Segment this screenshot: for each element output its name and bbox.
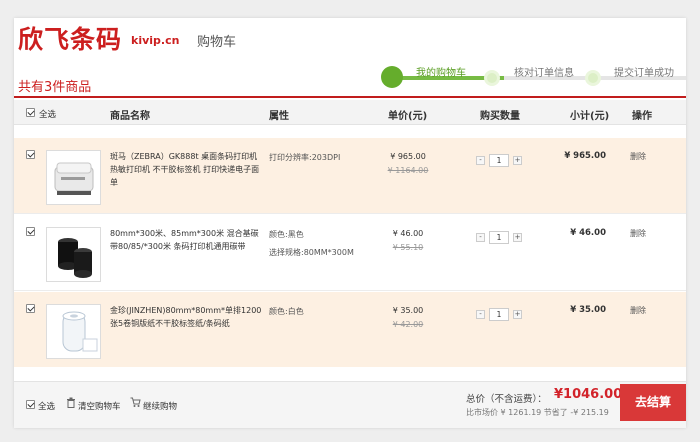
attr-line: 颜色:白色 xyxy=(269,307,304,316)
attr-line: 选择规格:80MM*300M xyxy=(269,248,354,257)
current-price: ¥ 35.00 xyxy=(392,306,424,315)
step-my-cart: 我的购物车 xyxy=(416,68,466,79)
header-divider xyxy=(14,96,686,98)
cart-footer: 全选 清空购物车 继续购物 总价（不含运费）： ¥1046.00 比市场价 ¥ … xyxy=(14,381,686,428)
market-savings: 比市场价 ¥ 1261.19 节省了 -¥ 215.19 xyxy=(466,408,609,417)
total-amount: ¥1046.00 xyxy=(554,387,623,402)
original-price: ¥ 1164.00 xyxy=(387,166,429,175)
item-checkbox[interactable] xyxy=(26,227,35,236)
qty-increase-button[interactable]: + xyxy=(513,310,522,319)
step-verify-order: 核对订单信息 xyxy=(514,68,574,79)
select-all-checkbox[interactable] xyxy=(26,108,35,117)
item-subtotal: ¥ 35.00 xyxy=(570,305,606,315)
step-submit-order: 提交订单成功 xyxy=(614,68,674,79)
item-checkbox[interactable] xyxy=(26,304,35,313)
select-all-label: 全选 xyxy=(39,110,57,120)
current-price: ¥ 46.00 xyxy=(392,229,424,238)
product-attributes: 打印分辨率:203DPI xyxy=(269,150,379,165)
col-attributes: 属性 xyxy=(269,111,289,122)
checkout-button[interactable]: 去结算 xyxy=(620,384,686,421)
current-price: ¥ 965.00 xyxy=(390,152,426,161)
qty-increase-button[interactable]: + xyxy=(513,233,522,242)
step-3-dot xyxy=(585,70,601,86)
cart-panel: 欣飞条码 kivip.cn 购物车 我的购物车 核对订单信息 提交订单成功 共有… xyxy=(14,18,686,428)
table-header: 全选 商品名称 属性 单价(元) 购买数量 小计(元) 操作 xyxy=(14,100,686,125)
product-image[interactable] xyxy=(46,150,101,205)
qty-input[interactable]: 1 xyxy=(489,308,509,321)
table-row: 金珍(JINZHEN)80mm*80mm*单排1200张5卷铜版纸不干胶标签纸/… xyxy=(14,292,686,367)
product-attributes: 颜色:黑色 选择规格:80MM*300M xyxy=(269,227,379,260)
delete-link[interactable]: 删除 xyxy=(630,151,646,162)
page-title: 购物车 xyxy=(197,35,237,50)
quantity-stepper: - 1 + xyxy=(476,308,526,322)
product-name-link[interactable]: 金珍(JINZHEN)80mm*80mm*单排1200张5卷铜版纸不干胶标签纸/… xyxy=(110,304,262,330)
original-price: ¥ 55.10 xyxy=(392,243,424,252)
delete-link[interactable]: 删除 xyxy=(630,228,646,239)
quantity-stepper: - 1 + xyxy=(476,154,526,168)
qty-input[interactable]: 1 xyxy=(489,154,509,167)
original-price: ¥ 42.00 xyxy=(392,320,424,329)
item-subtotal: ¥ 46.00 xyxy=(570,228,606,238)
col-subtotal: 小计(元) xyxy=(570,111,610,122)
step-2-dot xyxy=(484,70,500,86)
col-unit-price: 单价(元) xyxy=(388,111,428,122)
table-row: 80mm*300米、85mm*300米 混合基碳带80/85/*300米 条码打… xyxy=(14,215,686,290)
continue-shopping-link[interactable]: 继续购物 xyxy=(143,400,177,412)
delete-link[interactable]: 删除 xyxy=(630,305,646,316)
item-subtotal: ¥ 965.00 xyxy=(564,151,606,161)
unit-price: ¥ 46.00 ¥ 55.10 xyxy=(378,227,438,255)
cart-icon xyxy=(130,397,141,411)
site-logo[interactable]: 欣飞条码 xyxy=(18,20,122,56)
cart-count-title: 共有3件商品 xyxy=(18,80,92,95)
unit-price: ¥ 965.00 ¥ 1164.00 xyxy=(378,150,438,178)
product-image[interactable] xyxy=(46,304,101,359)
product-image[interactable] xyxy=(46,227,101,282)
row-divider xyxy=(14,213,686,214)
trash-icon xyxy=(66,397,76,411)
col-product-name: 商品名称 xyxy=(110,111,150,122)
qty-input[interactable]: 1 xyxy=(489,231,509,244)
footer-select-all-label: 全选 xyxy=(38,402,56,412)
logo-domain: kivip.cn xyxy=(131,34,180,47)
product-attributes: 颜色:白色 xyxy=(269,304,379,319)
col-action: 操作 xyxy=(632,111,652,122)
qty-decrease-button[interactable]: - xyxy=(476,233,485,242)
col-quantity: 购买数量 xyxy=(480,111,520,122)
attr-line: 颜色:黑色 xyxy=(269,230,304,239)
unit-price: ¥ 35.00 ¥ 42.00 xyxy=(378,304,438,332)
qty-decrease-button[interactable]: - xyxy=(476,156,485,165)
clear-cart-link[interactable]: 清空购物车 xyxy=(78,400,121,412)
product-name-link[interactable]: 斑马（ZEBRA）GK888t 桌面条码打印机 热敏打印机 不干胶标签机 打印快… xyxy=(110,150,262,189)
product-name-link[interactable]: 80mm*300米、85mm*300米 混合基碳带80/85/*300米 条码打… xyxy=(110,227,262,253)
total-label: 总价（不含运费）： xyxy=(466,394,547,405)
footer-select-all-checkbox[interactable] xyxy=(26,400,35,409)
attr-line: 打印分辨率:203DPI xyxy=(269,153,341,162)
row-divider xyxy=(14,290,686,291)
table-row: 斑马（ZEBRA）GK888t 桌面条码打印机 热敏打印机 不干胶标签机 打印快… xyxy=(14,138,686,213)
qty-increase-button[interactable]: + xyxy=(513,156,522,165)
item-checkbox[interactable] xyxy=(26,150,35,159)
qty-decrease-button[interactable]: - xyxy=(476,310,485,319)
step-1-dot xyxy=(381,66,403,88)
quantity-stepper: - 1 + xyxy=(476,231,526,245)
